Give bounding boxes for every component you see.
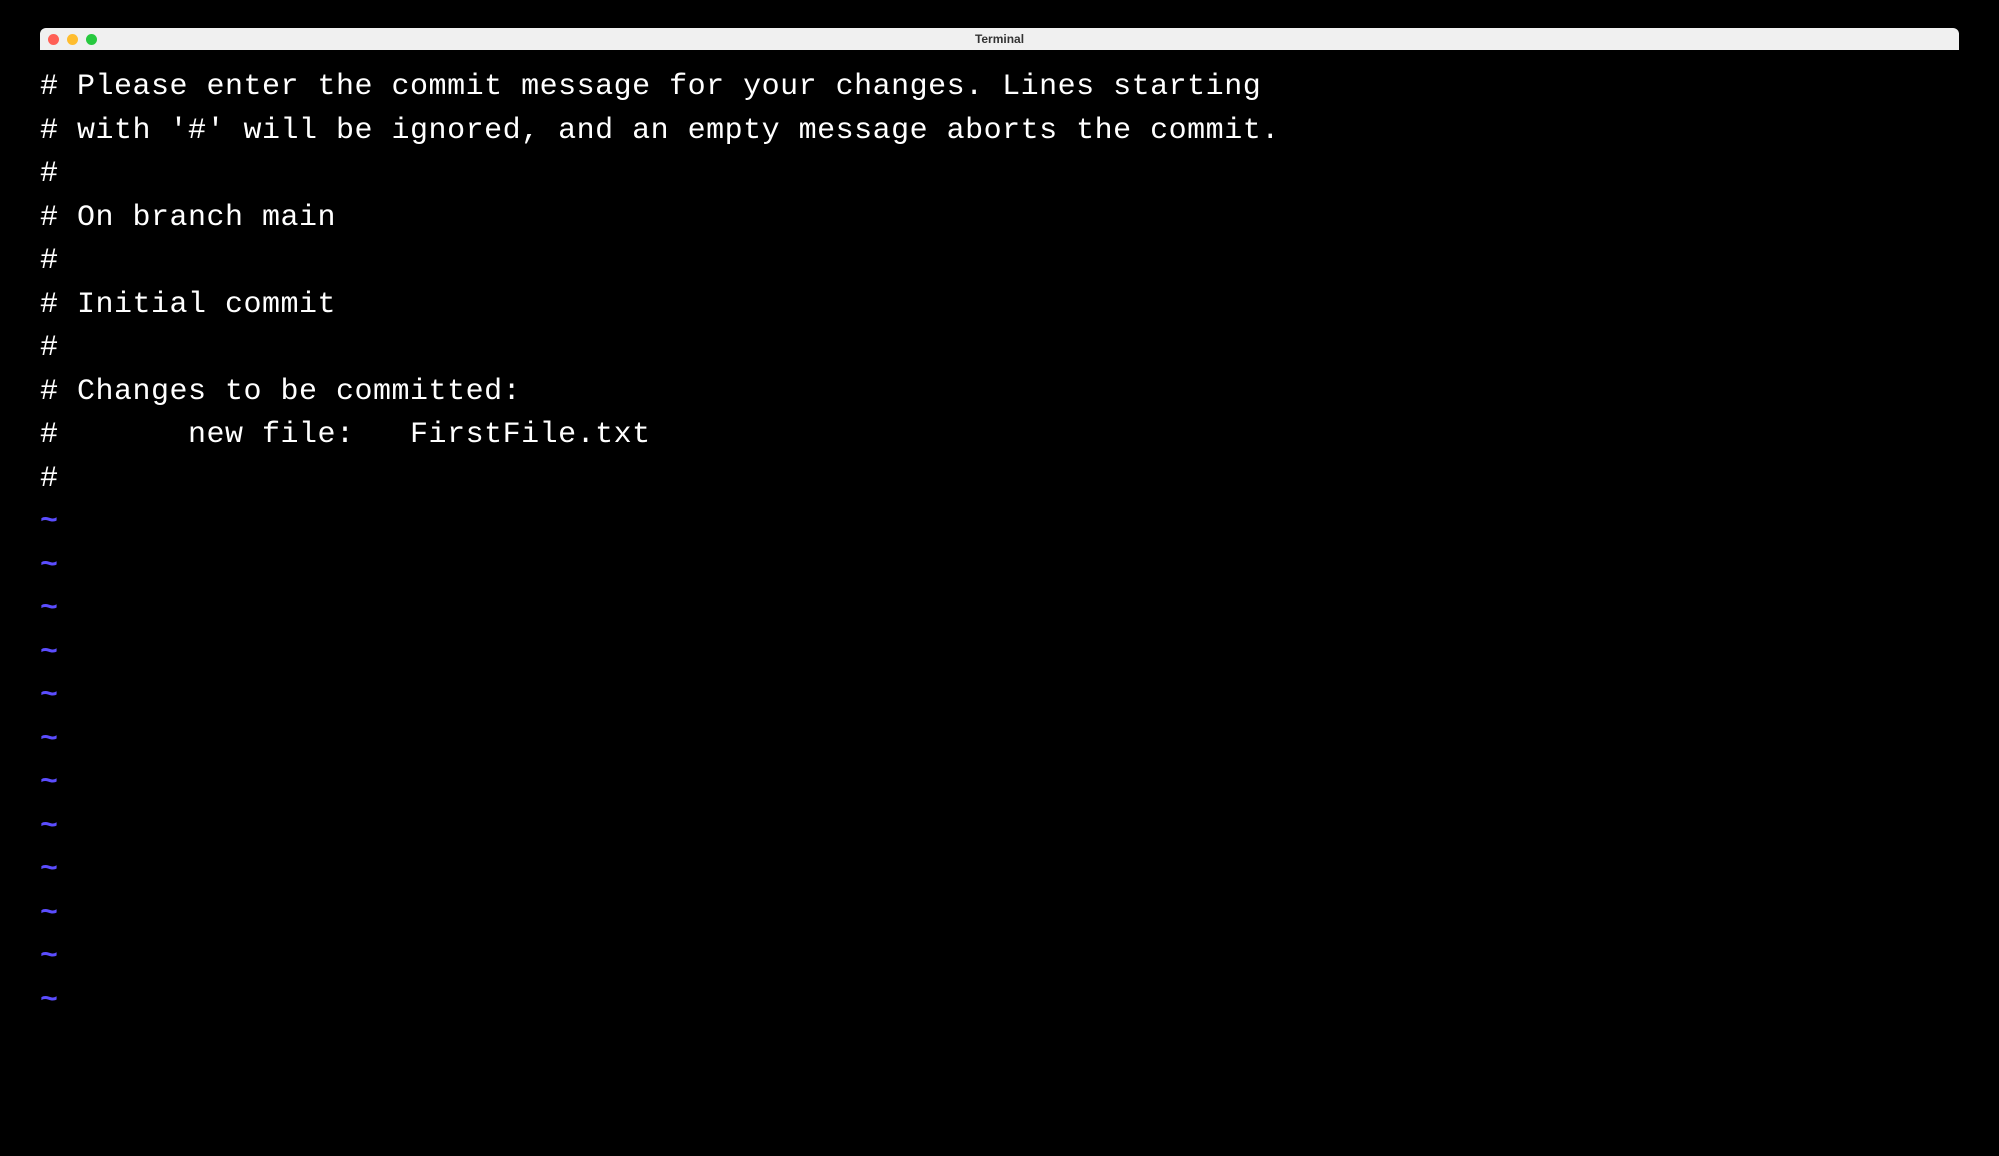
vim-tilde-line: ~ [40, 893, 1959, 937]
commit-message-line[interactable]: # new file: FirstFile.txt [40, 414, 1959, 458]
commit-message-line[interactable]: # [40, 458, 1959, 502]
vim-tilde-line: ~ [40, 762, 1959, 806]
vim-tilde-line: ~ [40, 675, 1959, 719]
minimize-icon[interactable] [67, 34, 78, 45]
window-title: Terminal [975, 32, 1024, 46]
close-icon[interactable] [48, 34, 59, 45]
terminal-window: Terminal # Please enter the commit messa… [40, 28, 1959, 1023]
terminal-body[interactable]: # Please enter the commit message for yo… [40, 50, 1959, 1023]
vim-tilde-line: ~ [40, 806, 1959, 850]
vim-tilde-line: ~ [40, 849, 1959, 893]
vim-tilde-line: ~ [40, 936, 1959, 980]
traffic-lights [48, 34, 97, 45]
window-titlebar[interactable]: Terminal [40, 28, 1959, 50]
vim-tilde-line: ~ [40, 632, 1959, 676]
commit-message-line[interactable]: # Please enter the commit message for yo… [40, 66, 1959, 110]
vim-tilde-line: ~ [40, 719, 1959, 763]
vim-tilde-line: ~ [40, 980, 1959, 1024]
commit-message-line[interactable]: # [40, 240, 1959, 284]
vim-empty-lines: ~~~~~~~~~~~~ [40, 501, 1959, 1023]
vim-tilde-line: ~ [40, 501, 1959, 545]
commit-message-line[interactable]: # Initial commit [40, 284, 1959, 328]
vim-tilde-line: ~ [40, 588, 1959, 632]
commit-message-line[interactable]: # Changes to be committed: [40, 371, 1959, 415]
commit-message-line[interactable]: # [40, 327, 1959, 371]
zoom-icon[interactable] [86, 34, 97, 45]
vim-tilde-line: ~ [40, 545, 1959, 589]
commit-message-line[interactable]: # [40, 153, 1959, 197]
commit-message-line[interactable]: # with '#' will be ignored, and an empty… [40, 110, 1959, 154]
commit-message-line[interactable]: # On branch main [40, 197, 1959, 241]
